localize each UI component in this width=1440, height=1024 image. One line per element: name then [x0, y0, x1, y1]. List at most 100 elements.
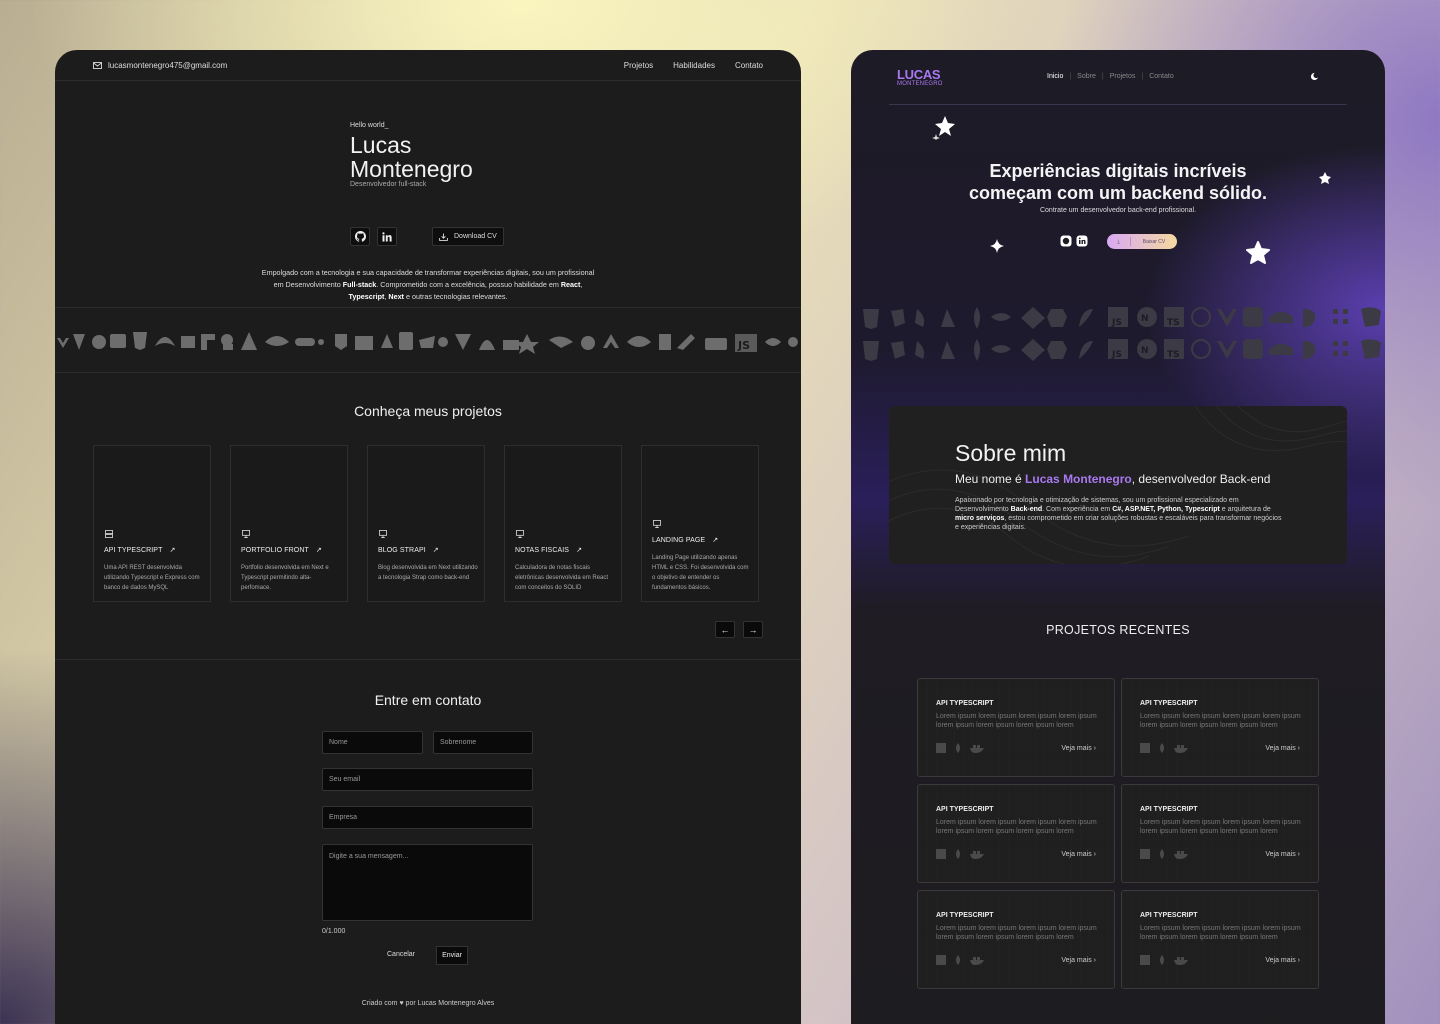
download-cv-button[interactable]: Download CV [432, 227, 504, 246]
nav-projetos[interactable]: Projetos [1110, 73, 1136, 80]
see-more-link[interactable]: Veja mais › [1265, 851, 1300, 858]
svg-text:JS: JS [1111, 350, 1122, 360]
name-line-2: Montenegro [350, 156, 473, 182]
java-icon [1160, 743, 1164, 753]
recent-project-desc: Lorem ipsum lorem ipsum lorem ipsum lore… [936, 819, 1097, 835]
carousel-prev-button[interactable]: ← [715, 621, 735, 638]
about-intro-name: Lucas Montenegro [1025, 472, 1132, 486]
download-cv-button[interactable]: ⤓ Baixar CV [1107, 234, 1177, 249]
about-p2-bold: C#, ASP.NET, Python, Typescript [1112, 506, 1220, 513]
message-placeholder: Digite a sua mensagem... [329, 853, 409, 860]
name-line-1: Lucas [350, 132, 412, 158]
linkedin-button[interactable] [377, 227, 397, 246]
sparkle-icon [990, 239, 1004, 253]
linkedin-icon [382, 231, 392, 241]
project-card-title: API TYPESCRIPT ↗ [104, 546, 175, 555]
see-more-link[interactable]: Veja mais › [1061, 745, 1096, 752]
see-more-label: Veja mais [1061, 957, 1092, 964]
cancel-button[interactable]: Cancelar [387, 951, 415, 958]
last-name-input[interactable]: Sobrenome [433, 731, 533, 754]
project-card-portfolio-front[interactable]: PORTFOLIO FRONT ↗ Portfolio desenvolvida … [230, 445, 348, 602]
tech-tags [936, 743, 984, 753]
recent-project-title: API TYPESCRIPT [1140, 806, 1198, 813]
see-more-label: Veja mais [1265, 745, 1296, 752]
about-p1-bold: Back-end [1010, 506, 1043, 513]
project-card-title-text: NOTAS FISCAIS [515, 546, 570, 554]
main-nav: Projetos Habilidades Contato [624, 61, 763, 70]
chevron-right-icon: › [1297, 745, 1300, 752]
hero-section: Hello world_ Lucas Montenegro Desenvolve… [55, 81, 801, 308]
github-icon[interactable] [1060, 235, 1072, 247]
monitor-icon [242, 530, 250, 538]
nav-projetos[interactable]: Projetos [624, 61, 653, 70]
recent-project-card[interactable]: API TYPESCRIPT Lorem ipsum lorem ipsum lo… [917, 784, 1115, 883]
about-paragraph: Apaixonado por tecnologia e otimização d… [955, 496, 1285, 532]
linkedin-icon[interactable] [1076, 235, 1088, 247]
typescript-icon [1140, 849, 1150, 859]
star-sparkle-icon [932, 116, 955, 140]
hero-role: Desenvolvedor full-stack [350, 181, 427, 188]
recent-project-card[interactable]: API TYPESCRIPT Lorem ipsum lorem ipsum lo… [917, 890, 1115, 989]
project-card-landing-page[interactable]: LANDING PAGE ↗ Landing Page utilizando ap… [641, 445, 759, 602]
svg-text:N: N [1141, 346, 1149, 356]
project-card-blog-strapi[interactable]: BLOG STRAPI ↗ Blog desenvolvida em Next u… [367, 445, 485, 602]
recent-projects-title: PROJETOS RECENTES [1046, 623, 1190, 637]
project-card-desc: Blog desenvolvida em Next utilizando a t… [378, 565, 478, 581]
project-card-notas-fiscais[interactable]: NOTAS FISCAIS ↗ Calculadora de notas fisc… [504, 445, 622, 602]
top-bar: lucasmontenegro475@gmail.com Projetos Ha… [55, 50, 801, 81]
nav-habilidades[interactable]: Habilidades [673, 61, 715, 70]
recent-project-title: API TYPESCRIPT [1140, 912, 1198, 919]
monitor-icon [516, 530, 524, 538]
send-button[interactable]: Enviar [436, 946, 468, 965]
bio-text-2: . Comprometido com a excelência, possuo … [376, 280, 561, 289]
recent-project-title: API TYPESCRIPT [936, 806, 994, 813]
about-intro-post: , desenvolvedor Back-end [1131, 472, 1271, 486]
carousel-next-button[interactable]: → [743, 621, 763, 638]
recent-project-card[interactable]: API TYPESCRIPT Lorem ipsum lorem ipsum lo… [917, 678, 1115, 777]
star-sparkle-icon [1246, 241, 1270, 264]
contact-section: Entre em contato Nome Sobrenome Seu emai… [55, 659, 801, 1024]
nav-contato[interactable]: Contato [1149, 73, 1174, 80]
bio-bold-next: Next [388, 292, 404, 301]
about-p4: , estou comprometido em criar soluções r… [955, 515, 1282, 531]
project-card-title: PORTFOLIO FRONT ↗ [241, 546, 322, 555]
project-card-desc: Portfolio desenvolvida em Next e Typescr… [241, 565, 329, 591]
nav-inicio[interactable]: Inicio [1047, 73, 1063, 80]
nav-contato[interactable]: Contato [735, 61, 763, 70]
email-input[interactable]: Seu email [322, 768, 533, 791]
github-button[interactable] [350, 227, 370, 246]
see-more-link[interactable]: Veja mais › [1061, 851, 1096, 858]
recent-project-card[interactable]: API TYPESCRIPT Lorem ipsum lorem ipsum lo… [1121, 890, 1319, 989]
theme-toggle-moon-icon[interactable] [1310, 72, 1319, 81]
project-card-api-typescript[interactable]: API TYPESCRIPT ↗ Uma API REST desenvolvid… [93, 445, 211, 602]
first-name-input[interactable]: Nome [322, 731, 423, 754]
project-card-title: LANDING PAGE ↗ [652, 536, 718, 545]
email-text: lucasmontenegro475@gmail.com [108, 60, 228, 70]
svg-text:TS: TS [1167, 350, 1180, 360]
project-card-title-text: LANDING PAGE [652, 536, 706, 544]
tech-icons-band: JS [55, 308, 801, 373]
docker-icon [1174, 850, 1188, 859]
see-more-link[interactable]: Veja mais › [1061, 957, 1096, 964]
contact-title: Entre em contato [374, 692, 482, 708]
chevron-right-icon: › [1093, 851, 1096, 858]
see-more-link[interactable]: Veja mais › [1265, 957, 1300, 964]
email-link[interactable]: lucasmontenegro475@gmail.com [93, 61, 227, 70]
recent-project-desc: Lorem ipsum lorem ipsum lorem ipsum lore… [1140, 925, 1301, 941]
company-placeholder: Empresa [329, 814, 358, 821]
typescript-icon [1140, 955, 1150, 965]
message-textarea[interactable]: Digite a sua mensagem... [322, 844, 533, 921]
typescript-icon [936, 849, 946, 859]
see-more-label: Veja mais [1061, 745, 1092, 752]
logo-main[interactable]: LUCAS [897, 67, 941, 82]
recent-project-card[interactable]: API TYPESCRIPT Lorem ipsum lorem ipsum lo… [1121, 678, 1319, 777]
recent-project-desc: Lorem ipsum lorem ipsum lorem ipsum lore… [1140, 819, 1301, 835]
portfolio-fullstack-mockup: lucasmontenegro475@gmail.com Projetos Ha… [55, 50, 801, 1024]
download-icon [439, 233, 448, 241]
monitor-icon [653, 520, 661, 528]
hero-title-line-1: Experiências digitais incríveis [989, 161, 1247, 181]
see-more-link[interactable]: Veja mais › [1265, 745, 1300, 752]
recent-project-card[interactable]: API TYPESCRIPT Lorem ipsum lorem ipsum lo… [1121, 784, 1319, 883]
company-input[interactable]: Empresa [322, 806, 533, 829]
nav-sobre[interactable]: Sobre [1077, 73, 1096, 80]
